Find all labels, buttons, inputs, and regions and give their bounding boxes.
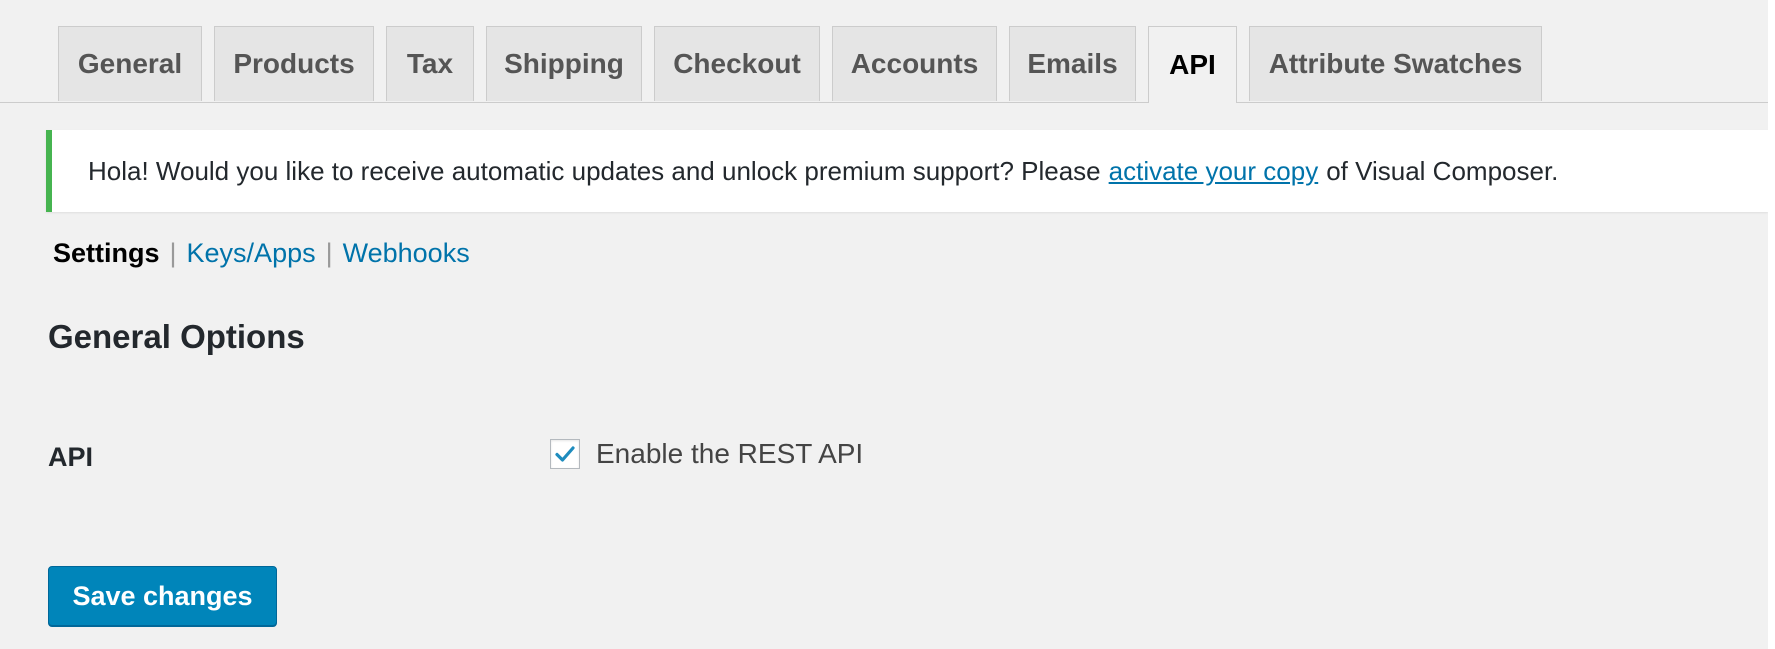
subnav-separator: |	[169, 238, 177, 268]
subnav-separator: |	[325, 238, 333, 268]
enable-rest-api-option[interactable]: Enable the REST API	[550, 438, 863, 470]
notice-text-before: Hola! Would you like to receive automati…	[88, 155, 1101, 186]
section-title: General Options	[48, 318, 305, 355]
tab-products[interactable]: Products	[214, 26, 374, 101]
settings-panel: General Products Tax Shipping Checkout A…	[0, 0, 1768, 649]
subnav-settings: Settings	[53, 238, 160, 268]
api-row-label: API	[48, 442, 94, 472]
save-changes-button[interactable]: Save changes	[48, 566, 277, 626]
tab-tax[interactable]: Tax	[386, 26, 474, 101]
tab-shipping[interactable]: Shipping	[486, 26, 642, 101]
tab-api[interactable]: API	[1148, 26, 1237, 103]
tab-accounts[interactable]: Accounts	[832, 26, 997, 101]
notice-text-after: of Visual Composer.	[1326, 155, 1559, 186]
activation-notice: Hola! Would you like to receive automati…	[46, 130, 1768, 212]
tab-checkout[interactable]: Checkout	[654, 26, 820, 101]
tab-emails[interactable]: Emails	[1009, 26, 1136, 101]
settings-tabs: General Products Tax Shipping Checkout A…	[0, 26, 1768, 103]
subnav-keys-apps-link[interactable]: Keys/Apps	[187, 238, 316, 269]
tab-general[interactable]: General	[58, 26, 202, 101]
checkmark-icon	[555, 446, 575, 462]
api-subnav: Settings | Keys/Apps | Webhooks	[53, 238, 470, 269]
subnav-webhooks-link[interactable]: Webhooks	[343, 238, 470, 269]
tab-attribute-swatches[interactable]: Attribute Swatches	[1249, 26, 1542, 101]
activate-copy-link[interactable]: activate your copy	[1109, 156, 1319, 187]
enable-rest-api-label: Enable the REST API	[596, 438, 864, 469]
enable-rest-api-checkbox[interactable]	[550, 439, 580, 469]
page-edge	[1768, 0, 1775, 649]
